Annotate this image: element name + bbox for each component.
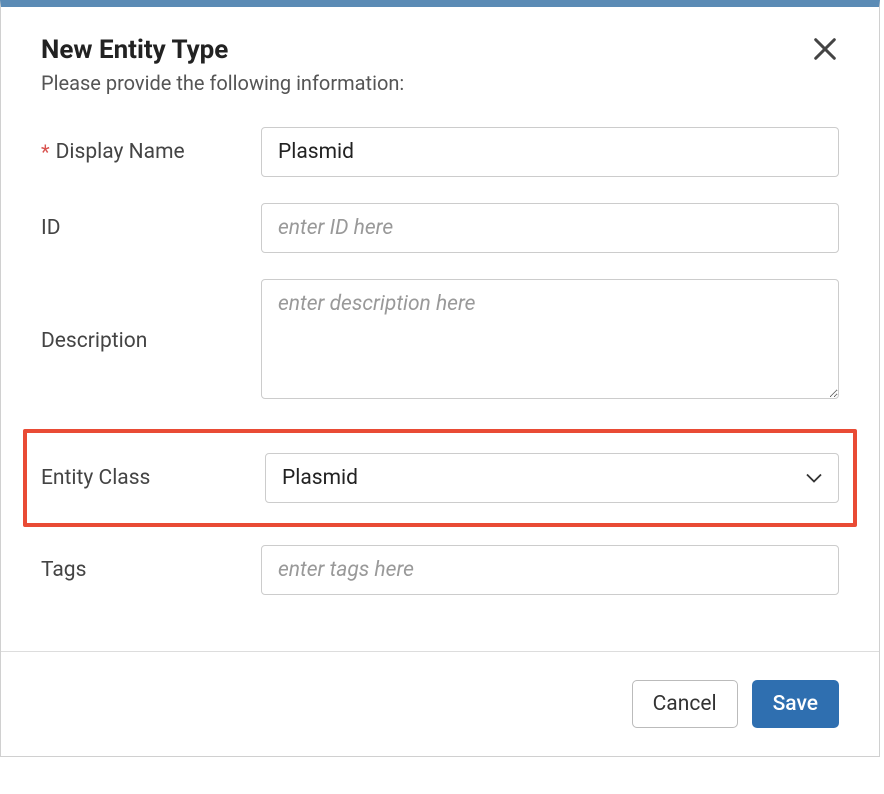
display-name-label: * Display Name	[41, 140, 261, 164]
modal-footer: Cancel Save	[1, 651, 879, 756]
description-label-text: Description	[41, 329, 147, 353]
close-button[interactable]	[811, 35, 839, 63]
close-icon	[811, 35, 839, 63]
tags-label-text: Tags	[41, 558, 86, 582]
cancel-button[interactable]: Cancel	[632, 680, 738, 728]
entity-class-row: Entity Class Plasmid	[41, 453, 839, 503]
form-body: * Display Name ID Description	[1, 105, 879, 651]
new-entity-type-modal: New Entity Type Please provide the follo…	[0, 0, 880, 757]
entity-class-label: Entity Class	[41, 466, 265, 490]
description-row: Description	[41, 279, 839, 403]
description-input[interactable]	[261, 279, 839, 399]
id-input[interactable]	[261, 203, 839, 253]
save-button[interactable]: Save	[752, 680, 839, 728]
display-name-row: * Display Name	[41, 127, 839, 177]
id-label: ID	[41, 216, 261, 240]
modal-subtitle: Please provide the following information…	[41, 71, 839, 95]
modal-title: New Entity Type	[41, 35, 839, 65]
display-name-label-text: Display Name	[56, 140, 185, 164]
description-label: Description	[41, 329, 261, 353]
id-label-text: ID	[41, 216, 61, 240]
display-name-input[interactable]	[261, 127, 839, 177]
entity-class-label-text: Entity Class	[41, 466, 150, 490]
tags-row: Tags	[41, 545, 839, 595]
tags-label: Tags	[41, 558, 261, 582]
entity-class-select[interactable]: Plasmid	[265, 453, 839, 503]
tags-input[interactable]	[261, 545, 839, 595]
entity-class-highlight: Entity Class Plasmid	[23, 429, 857, 527]
id-row: ID	[41, 203, 839, 253]
modal-header: New Entity Type Please provide the follo…	[1, 7, 879, 105]
required-indicator: *	[41, 140, 50, 164]
